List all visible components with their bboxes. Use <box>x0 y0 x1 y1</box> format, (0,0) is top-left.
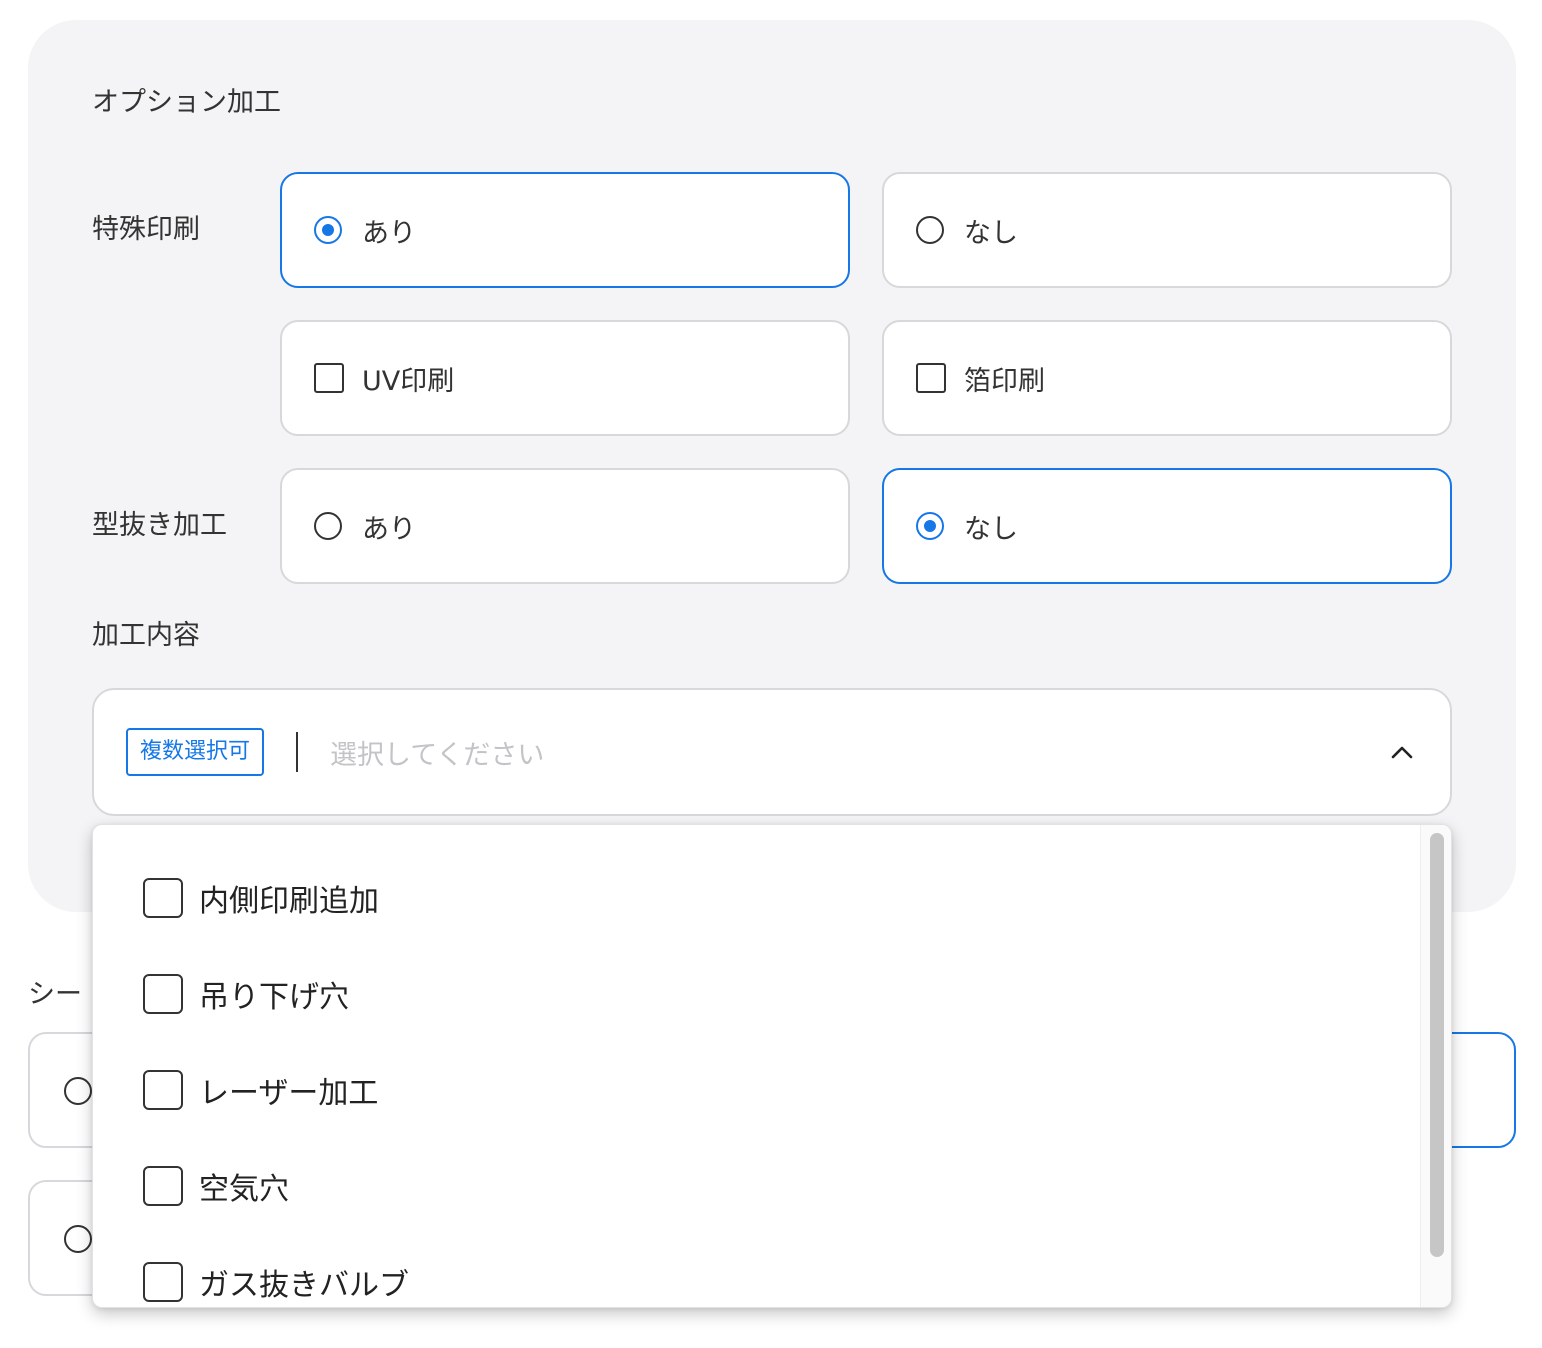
page: シー オプション加工 特殊印刷 あり なし UV印刷 箔印刷 型抜き加工 あり … <box>0 0 1542 1348</box>
checkbox-icon <box>143 1262 183 1302</box>
radio-icon <box>916 216 944 244</box>
dropdown-item-air-hole[interactable]: 空気穴 <box>143 1161 289 1211</box>
special-print-label: 特殊印刷 <box>92 214 200 245</box>
item-label: 吊り下げ穴 <box>199 980 349 1015</box>
processing-label: 加工内容 <box>92 620 200 651</box>
radio-icon <box>64 1225 92 1253</box>
checkbox-icon <box>143 878 183 918</box>
die-cut-label: 型抜き加工 <box>92 510 227 541</box>
item-label: 空気穴 <box>199 1172 289 1207</box>
radio-icon <box>314 512 342 540</box>
processing-dropdown-menu: 内側印刷追加 吊り下げ穴 レーザー加工 空気穴 ガス抜きバルブ <box>92 824 1452 1308</box>
special-print-no-option[interactable]: なし <box>882 172 1452 288</box>
checkbox-icon <box>143 974 183 1014</box>
item-label: ガス抜きバルブ <box>199 1268 409 1303</box>
option-label: あり <box>362 513 416 545</box>
chevron-up-icon[interactable] <box>1382 732 1422 772</box>
option-label: UV印刷 <box>362 365 455 397</box>
dropdown-item-laser[interactable]: レーザー加工 <box>143 1065 378 1115</box>
text-cursor <box>296 732 299 772</box>
uv-print-option[interactable]: UV印刷 <box>280 320 850 436</box>
dropdown-item-hang-hole[interactable]: 吊り下げ穴 <box>143 969 349 1019</box>
dropdown-item-degassing-valve[interactable]: ガス抜きバルブ <box>143 1257 409 1307</box>
multi-select-badge: 複数選択可 <box>126 728 265 776</box>
special-print-yes-option[interactable]: あり <box>280 172 850 288</box>
option-label: なし <box>964 513 1018 545</box>
select-placeholder: 選択してください <box>330 739 545 771</box>
item-label: レーザー加工 <box>199 1076 379 1111</box>
radio-selected-icon <box>916 512 944 540</box>
option-label: あり <box>362 217 416 249</box>
checkbox-icon <box>314 363 344 393</box>
radio-selected-icon <box>314 216 342 244</box>
die-cut-no-option[interactable]: なし <box>882 468 1452 584</box>
dropdown-scrollbar[interactable] <box>1420 825 1451 1307</box>
processing-multiselect[interactable]: 複数選択可 選択してください <box>92 688 1452 816</box>
checkbox-icon <box>143 1070 183 1110</box>
radio-icon <box>64 1077 92 1105</box>
section-title: オプション加工 <box>92 87 281 118</box>
seal-section-label: シー <box>28 979 82 1010</box>
checkbox-icon <box>916 363 946 393</box>
option-label: 箔印刷 <box>964 365 1045 397</box>
die-cut-yes-option[interactable]: あり <box>280 468 850 584</box>
scrollbar-thumb[interactable] <box>1430 833 1444 1257</box>
item-label: 内側印刷追加 <box>199 884 379 919</box>
option-label: なし <box>964 217 1018 249</box>
foil-print-option[interactable]: 箔印刷 <box>882 320 1452 436</box>
dropdown-item-inner-print[interactable]: 内側印刷追加 <box>143 873 379 923</box>
checkbox-icon <box>143 1166 183 1206</box>
